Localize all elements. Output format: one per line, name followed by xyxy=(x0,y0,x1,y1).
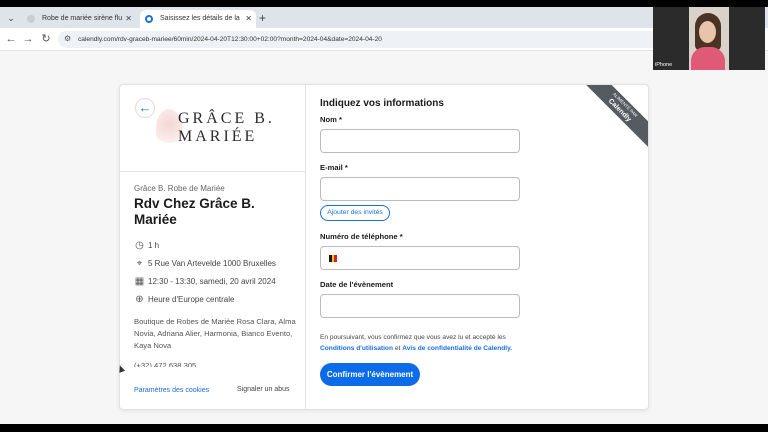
webcam-label: iPhone xyxy=(655,62,673,68)
brand-logo-text: GRÂCE B. MARIÉE xyxy=(178,110,275,146)
logo-line-2: MARIÉE xyxy=(178,128,258,145)
report-abuse-link[interactable]: Signaler un abus xyxy=(237,386,290,393)
duration-text: 1 h xyxy=(148,241,160,250)
booking-form: Indiquez vos informations Nom * E-mail *… xyxy=(320,85,640,409)
tab-title: Saisissez les détails de la réservation xyxy=(160,15,240,22)
event-description: Boutique de Robes de Mariée Rosa Clara, … xyxy=(134,316,299,372)
phone-text-partial: (+32) 472 638 305 xyxy=(134,361,197,370)
name-label: Nom * xyxy=(320,115,342,124)
cookie-settings-link[interactable]: Paramètres des cookies xyxy=(134,387,209,394)
person-body xyxy=(691,47,725,70)
logo-line-1: GRÂCE B. xyxy=(178,110,275,127)
globe-icon: ⊕ xyxy=(135,294,144,305)
back-icon[interactable]: ← xyxy=(4,32,18,46)
consent-intro: En poursuivant, vous confirmez que vous … xyxy=(320,334,506,341)
terms-link[interactable]: Conditions d'utilisation xyxy=(320,345,393,352)
belgium-flag-icon[interactable] xyxy=(329,255,338,262)
reload-icon[interactable]: ↻ xyxy=(39,32,53,46)
booking-card: ← GRÂCE B. MARIÉE Grâce B. Robe de Marié… xyxy=(119,84,649,410)
phone-label: Numéro de téléphone * xyxy=(320,232,403,241)
page-content: ← GRÂCE B. MARIÉE Grâce B. Robe de Marié… xyxy=(0,51,768,424)
tab-title: Robe de mariée sirène fluide e xyxy=(42,15,122,22)
privacy-link[interactable]: Avis de confidentialité de Calendly. xyxy=(402,345,512,352)
screen: ⌄ Robe de mariée sirène fluide e ✕ Saisi… xyxy=(0,0,768,432)
timezone-text: Heure d'Europe centrale xyxy=(148,295,235,304)
calendar-icon: ▦ xyxy=(134,276,145,287)
logo-area: ← GRÂCE B. MARIÉE xyxy=(120,85,306,172)
clock-icon: ◷ xyxy=(135,240,144,251)
name-field[interactable] xyxy=(320,129,520,153)
site-info-icon[interactable]: ⚙ xyxy=(64,34,74,44)
browser-tab-active[interactable]: Saisissez les détails de la réservation … xyxy=(140,10,256,28)
consent-text: En poursuivant, vous confirmez que vous … xyxy=(320,332,530,354)
url-text: calendly.com/rdv-graceb-mariee/60min/202… xyxy=(78,36,382,43)
flag-stripe xyxy=(334,255,338,262)
forward-icon[interactable]: → xyxy=(21,32,35,46)
organizer-name: Grâce B. Robe de Mariée xyxy=(134,184,225,193)
new-tab-icon[interactable]: + xyxy=(259,9,266,27)
location-pin-icon: ⌖ xyxy=(136,258,143,269)
confirm-event-button[interactable]: Confirmer l'évènement xyxy=(320,363,420,386)
tab-close-icon[interactable]: ✕ xyxy=(245,10,252,28)
form-title: Indiquez vos informations xyxy=(320,98,444,109)
event-date-label: Date de l'évènement xyxy=(320,280,394,289)
add-guests-button[interactable]: Ajouter des invités xyxy=(320,205,390,221)
datetime-text: 12:30 - 13:30, samedi, 20 avril 2024 xyxy=(148,277,276,286)
event-date-field[interactable] xyxy=(320,294,520,318)
description-text: Boutique de Robes de Mariée Rosa Clara, … xyxy=(134,317,296,350)
person-face xyxy=(699,21,716,43)
page-favicon-icon xyxy=(27,15,35,23)
webcam-overlay: iPhone xyxy=(653,7,765,70)
location-text: 5 Rue Van Artevelde 1000 Bruxelles xyxy=(148,259,276,268)
calendly-favicon-icon xyxy=(145,15,153,23)
event-details-panel: ← GRÂCE B. MARIÉE Grâce B. Robe de Marié… xyxy=(120,85,306,409)
address-bar[interactable]: ⚙ calendly.com/rdv-graceb-mariee/60min/2… xyxy=(58,31,658,48)
email-label: E-mail * xyxy=(320,163,348,172)
event-title: Rdv Chez Grâce B. Mariée xyxy=(134,196,255,227)
tab-close-icon[interactable]: ✕ xyxy=(125,10,132,28)
consent-and: et xyxy=(394,345,401,352)
tab-search-icon[interactable]: ⌄ xyxy=(4,11,18,25)
browser-tab[interactable]: Robe de mariée sirène fluide e ✕ xyxy=(22,10,136,28)
back-arrow-button[interactable]: ← xyxy=(135,98,155,118)
email-field[interactable] xyxy=(320,177,520,201)
phone-field[interactable] xyxy=(320,246,520,270)
